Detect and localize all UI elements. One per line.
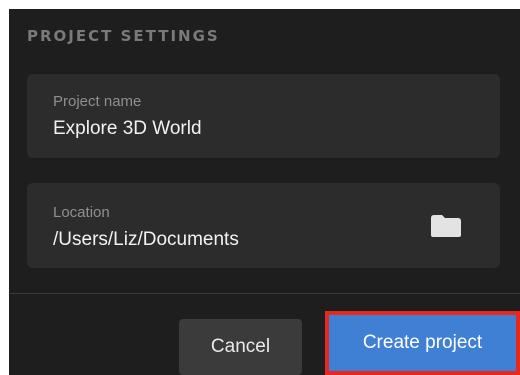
project-name-label: Project name xyxy=(53,93,142,110)
create-project-button[interactable]: Create project xyxy=(325,311,520,375)
location-label: Location xyxy=(53,204,110,221)
cancel-button[interactable]: Cancel xyxy=(179,319,302,375)
location-input[interactable]: /Users/Liz/Documents xyxy=(53,229,239,251)
section-heading: PROJECT SETTINGS xyxy=(27,27,220,45)
location-field[interactable]: Location /Users/Liz/Documents xyxy=(27,183,500,268)
project-settings-panel: PROJECT SETTINGS Project name Explore 3D… xyxy=(9,9,520,375)
footer-divider xyxy=(9,293,520,294)
project-name-field[interactable]: Project name Explore 3D World xyxy=(27,74,500,158)
project-name-input[interactable]: Explore 3D World xyxy=(53,118,202,140)
folder-icon xyxy=(431,215,461,237)
browse-folder-button[interactable] xyxy=(429,213,463,239)
